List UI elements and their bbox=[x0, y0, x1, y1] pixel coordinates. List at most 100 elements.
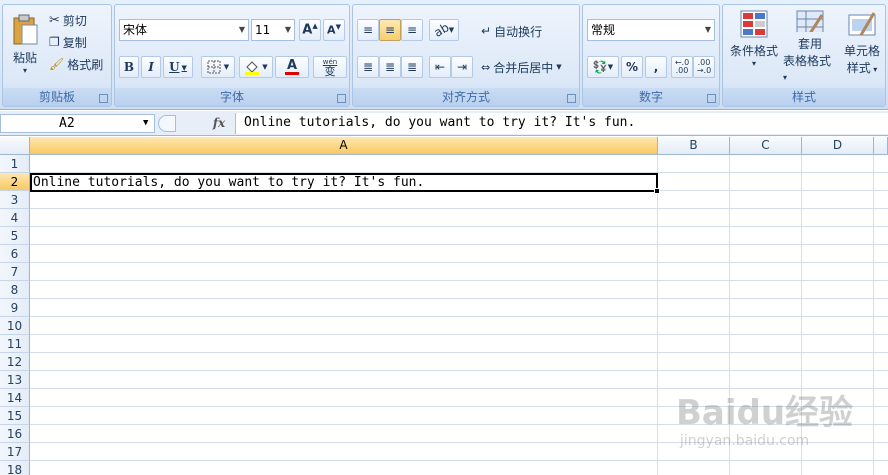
increase-decimal-button[interactable]: ←.0.00 bbox=[671, 56, 693, 78]
chevron-down-icon: ▾ bbox=[22, 66, 27, 75]
shrink-font-button[interactable]: A▼ bbox=[323, 19, 345, 41]
row-header[interactable]: 2 bbox=[0, 173, 30, 191]
grid-line bbox=[657, 155, 658, 475]
currency-button[interactable]: 💱 ▼ bbox=[587, 56, 619, 78]
select-all-corner[interactable] bbox=[0, 137, 30, 155]
format-as-table-label-2: 表格格式 ▾ bbox=[783, 54, 832, 82]
borders-button[interactable]: ▼ bbox=[201, 56, 235, 78]
font-name-select[interactable]: 宋体 ▼ bbox=[119, 19, 249, 41]
orientation-button[interactable]: ab ▼ bbox=[429, 19, 459, 41]
column-header-a[interactable]: A bbox=[30, 137, 658, 155]
phonetic-button[interactable]: wén 变 bbox=[313, 56, 347, 78]
watermark-brand: Baidu经验 bbox=[676, 393, 854, 433]
paste-button[interactable]: 粘贴 ▾ bbox=[7, 9, 43, 79]
percent-button[interactable]: % bbox=[621, 56, 643, 78]
row-header[interactable]: 14 bbox=[0, 389, 30, 407]
dialog-launcher-icon[interactable] bbox=[707, 94, 716, 103]
row-header[interactable]: 5 bbox=[0, 227, 30, 245]
align-middle-button[interactable]: ≡ bbox=[379, 19, 401, 41]
cell-a2[interactable]: Online tutorials, do you want to try it?… bbox=[33, 175, 424, 190]
row-header[interactable]: 11 bbox=[0, 335, 30, 353]
row-header[interactable]: 7 bbox=[0, 263, 30, 281]
row-header[interactable]: 15 bbox=[0, 407, 30, 425]
align-bottom-button[interactable]: ≡ bbox=[401, 19, 423, 41]
fill-bucket-icon bbox=[245, 61, 260, 75]
row-header[interactable]: 18 bbox=[0, 461, 30, 475]
brush-icon: 🖌 bbox=[49, 57, 65, 71]
ribbon: 粘贴 ▾ ✂ 剪切 ❐ 复制 🖌 格式刷 剪贴板 宋体 ▼ 11 ▼ A▲ A▼… bbox=[0, 0, 888, 110]
cell-styles-button[interactable]: 单元格 样式 ▾ bbox=[839, 9, 885, 83]
row-header[interactable]: 1 bbox=[0, 155, 30, 173]
format-as-table-button[interactable]: 套用 表格格式 ▾ bbox=[783, 9, 837, 83]
comma-button[interactable]: , bbox=[645, 56, 667, 78]
increase-indent-button[interactable]: ⇥ bbox=[451, 56, 473, 78]
italic-button[interactable]: I bbox=[141, 56, 161, 78]
number-group-label: 数字 bbox=[583, 88, 719, 106]
merge-center-label: 合并后居中 bbox=[493, 60, 554, 75]
conditional-format-button[interactable]: 条件格式 ▾ bbox=[725, 9, 783, 83]
wrap-text-button[interactable]: ↵ 自动换行 bbox=[481, 21, 542, 41]
dialog-launcher-icon[interactable] bbox=[567, 94, 576, 103]
row-header[interactable]: 17 bbox=[0, 443, 30, 461]
merge-center-button[interactable]: ⇔ 合并后居中 ▼ bbox=[481, 57, 562, 77]
row-header[interactable]: 12 bbox=[0, 353, 30, 371]
copy-button[interactable]: ❐ 复制 bbox=[49, 33, 87, 51]
dialog-launcher-icon[interactable] bbox=[99, 94, 108, 103]
alignment-group: ≡ ≡ ≡ ab ▼ ≣ ≣ ≣ ⇤ ⇥ ↵ 自动换行 ⇔ 合并后居中 ▼ 对齐方… bbox=[352, 4, 580, 107]
font-size-select[interactable]: 11 ▼ bbox=[251, 19, 295, 41]
align-right-button[interactable]: ≣ bbox=[401, 56, 423, 78]
column-header-e-partial[interactable] bbox=[874, 137, 888, 155]
phonetic-char: 变 bbox=[324, 65, 336, 78]
grid-line bbox=[30, 334, 888, 335]
align-left-button[interactable]: ≣ bbox=[357, 56, 379, 78]
column-header-c[interactable]: C bbox=[730, 137, 802, 155]
row-header[interactable]: 16 bbox=[0, 425, 30, 443]
align-center-button[interactable]: ≣ bbox=[379, 56, 401, 78]
column-header-d[interactable]: D bbox=[802, 137, 874, 155]
font-name-value: 宋体 bbox=[123, 23, 148, 37]
font-color-swatch bbox=[285, 72, 299, 75]
grid-line bbox=[30, 262, 888, 263]
grid-line bbox=[30, 370, 888, 371]
row-header[interactable]: 13 bbox=[0, 371, 30, 389]
fx-icon: fx bbox=[212, 116, 226, 130]
splitter-handle[interactable] bbox=[158, 115, 176, 132]
formula-input[interactable]: Online tutorials, do you want to try it?… bbox=[235, 113, 888, 134]
number-format-value: 常规 bbox=[591, 23, 616, 37]
fill-color-button[interactable]: ▼ bbox=[239, 56, 273, 78]
number-format-select[interactable]: 常规 ▼ bbox=[587, 19, 715, 41]
format-painter-button[interactable]: 🖌 格式刷 bbox=[49, 55, 103, 73]
bold-button[interactable]: B bbox=[119, 56, 139, 78]
chevron-down-icon: ▼ bbox=[223, 63, 230, 71]
cut-button[interactable]: ✂ 剪切 bbox=[49, 11, 87, 29]
font-group-label: 字体 bbox=[115, 88, 349, 106]
format-painter-label: 格式刷 bbox=[67, 57, 104, 72]
worksheet-grid[interactable]: A B C D 1 2 3 4 5 6 7 8 9 10 11 12 13 14 15 16 17 18 Onli… bbox=[0, 137, 888, 475]
font-color-button[interactable]: A bbox=[275, 56, 309, 78]
dialog-launcher-icon[interactable] bbox=[337, 94, 346, 103]
insert-function-button[interactable]: fx bbox=[206, 114, 232, 133]
grow-font-icon: A▲ bbox=[302, 22, 318, 38]
row-header[interactable]: 9 bbox=[0, 299, 30, 317]
row-header[interactable]: 6 bbox=[0, 245, 30, 263]
font-size-value: 11 bbox=[255, 23, 271, 37]
row-header[interactable]: 10 bbox=[0, 317, 30, 335]
row-header[interactable]: 3 bbox=[0, 191, 30, 209]
conditional-format-icon bbox=[740, 10, 768, 38]
copy-label: 复制 bbox=[62, 35, 87, 50]
fill-handle[interactable] bbox=[654, 188, 660, 194]
grid-line bbox=[30, 226, 888, 227]
underline-button[interactable]: U ▼ bbox=[163, 56, 193, 78]
column-header-b[interactable]: B bbox=[658, 137, 730, 155]
chevron-down-icon: ▼ bbox=[262, 63, 268, 71]
row-header[interactable]: 8 bbox=[0, 281, 30, 299]
name-box[interactable]: A2 ▼ bbox=[0, 114, 155, 133]
grow-font-button[interactable]: A▲ bbox=[299, 19, 321, 41]
wrap-text-label: 自动换行 bbox=[494, 24, 543, 39]
decrease-decimal-button[interactable]: .00 →.0 bbox=[693, 56, 715, 78]
decrease-indent-button[interactable]: ⇤ bbox=[429, 56, 451, 78]
chevron-down-icon[interactable]: ▼ bbox=[143, 115, 148, 132]
row-header[interactable]: 4 bbox=[0, 209, 30, 227]
styles-group: 条件格式 ▾ 套用 表格格式 ▾ 单元格 样式 ▾ 样式 bbox=[722, 4, 886, 107]
align-top-button[interactable]: ≡ bbox=[357, 19, 379, 41]
